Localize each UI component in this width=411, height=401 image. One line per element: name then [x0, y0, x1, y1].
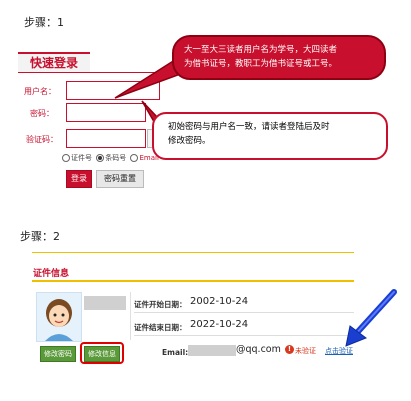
email-domain: @qq.com [236, 344, 281, 355]
cert-column-divider [130, 292, 131, 340]
cert-start-value: 2002-10-24 [190, 296, 249, 307]
blue-arrow-icon [345, 289, 397, 347]
password-note-line2: 修改密码。 [168, 136, 211, 146]
password-note-callout: 初始密码与用户名一致，请读者登陆后及时 修改密码。 [152, 112, 388, 160]
cert-section-title: 证件信息 [33, 269, 70, 279]
cert-row-divider-2 [134, 335, 354, 336]
step2-label: 步骤：2 [20, 230, 60, 243]
cert-end-label: 证件结束日期： [134, 323, 187, 332]
change-password-button[interactable]: 修改密码 [40, 346, 76, 362]
cert-end-value: 2022-10-24 [190, 319, 249, 330]
username-note-callout: 大一至大三读者用户名为学号，大四读者 为借书证号，教职工为借书证号或工号。 [172, 35, 386, 80]
unverified-status: 未验证 [295, 347, 316, 355]
reader-name-redacted [84, 296, 126, 310]
cert-top-rule [32, 252, 354, 253]
avatar [36, 292, 82, 342]
username-note-line2: 为借书证号，教职工为借书证号或工号。 [184, 59, 338, 69]
cert-row-divider-1 [134, 312, 354, 313]
cert-title-rule [32, 280, 354, 282]
cert-start-label: 证件开始日期： [134, 300, 187, 309]
password-note-line1: 初始密码与用户名一致，请读者登陆后及时 [168, 122, 330, 132]
error-icon: ! [285, 345, 294, 354]
username-note-line1: 大一至大三读者用户名为学号，大四读者 [184, 45, 338, 55]
email-label: Email: [162, 348, 189, 357]
change-info-button[interactable]: 修改信息 [84, 346, 120, 362]
avatar-icon [45, 299, 73, 341]
email-redacted [188, 345, 236, 356]
